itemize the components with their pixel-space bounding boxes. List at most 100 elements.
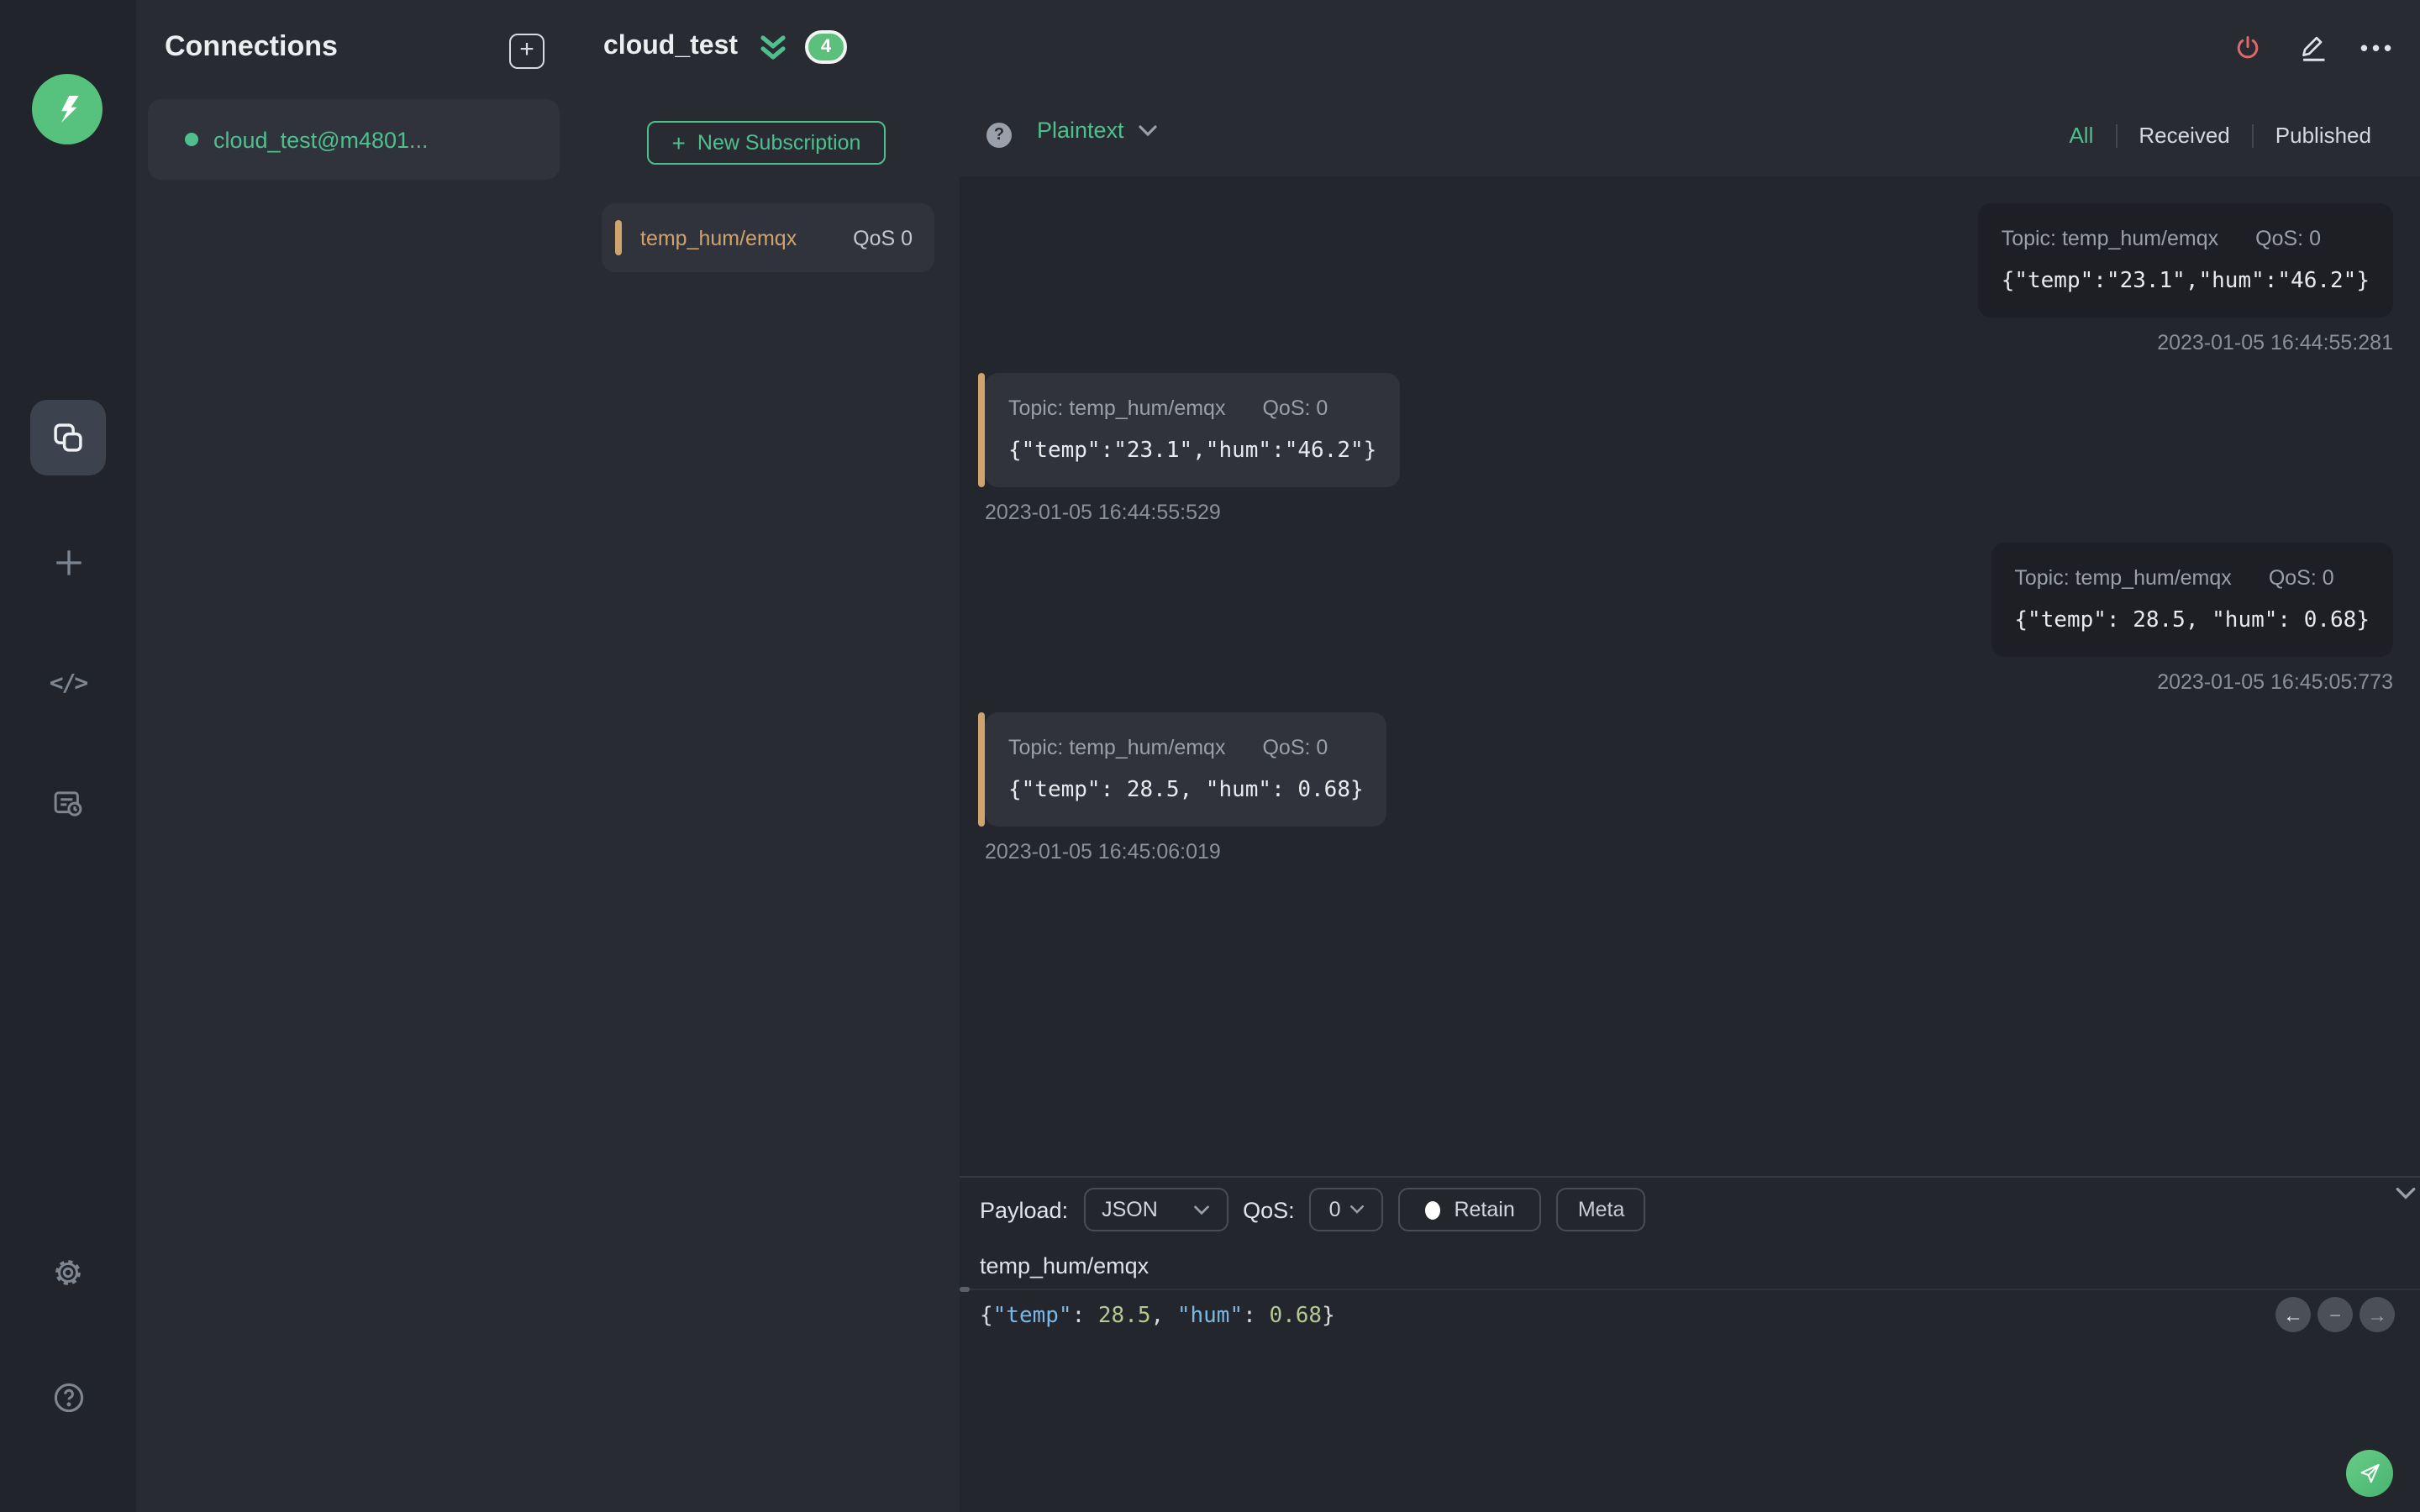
editor-divider <box>960 1289 2420 1290</box>
editor-token-punct: , <box>1150 1304 1177 1329</box>
message-meta: Topic: temp_hum/emqx QoS: 0 <box>1008 396 1376 420</box>
retain-toggle[interactable]: Retain <box>1398 1188 1542 1231</box>
chevron-down-icon <box>1138 124 1157 136</box>
collapse-editor-icon[interactable] <box>2395 1186 2417 1201</box>
editor-token-punct: : <box>1071 1304 1098 1329</box>
message-topic: Topic: temp_hum/emqx <box>1008 396 1226 420</box>
filter-published[interactable]: Published <box>2254 123 2393 148</box>
message-qos: QoS: 0 <box>1262 396 1328 420</box>
meta-button[interactable]: Meta <box>1556 1188 1646 1231</box>
chevron-down-icon <box>1349 1205 1364 1214</box>
publish-panel: Payload: JSON QoS: 0 Retain Meta temp_hu… <box>960 1176 2420 1512</box>
connection-header: cloud_test 4 ••• <box>571 0 2420 96</box>
collapse-panel-icon[interactable] <box>758 34 788 62</box>
message-filters: All Received Published <box>2047 94 2393 176</box>
prev-message-button[interactable]: ← <box>2275 1297 2311 1332</box>
mqttx-logo-icon <box>32 74 103 144</box>
messages-toolbar: ? Plaintext All Received Published <box>960 94 2420 178</box>
message-qos: QoS: 0 <box>2255 227 2321 250</box>
message-payload: {"temp": 28.5, "hum": 0.68} <box>2014 608 2370 633</box>
message-payload: {"temp":"23.1","hum":"46.2"} <box>2001 269 2370 294</box>
subscription-color-bar <box>615 220 622 255</box>
editor-token-num: 28.5 <box>1097 1304 1151 1329</box>
payload-format-select[interactable]: JSON <box>1083 1188 1228 1231</box>
sidebar-item-help[interactable] <box>30 1359 106 1435</box>
sidebar-item-script[interactable]: </> <box>30 645 106 721</box>
message-timestamp: 2023-01-05 16:44:55:529 <box>985 501 1221 524</box>
qos-select[interactable]: 0 <box>1309 1188 1384 1231</box>
add-connection-button[interactable]: + <box>509 34 544 69</box>
editor-token-num: 0.68 <box>1269 1304 1323 1329</box>
message-qos: QoS: 0 <box>1262 736 1328 759</box>
sidebar-item-settings[interactable] <box>30 1235 106 1310</box>
editor-gutter-tick <box>960 1287 970 1292</box>
filter-received[interactable]: Received <box>2117 123 2251 148</box>
message-timestamp: 2023-01-05 16:44:55:281 <box>2157 331 2393 354</box>
retain-dot-icon <box>1425 1200 1441 1219</box>
plus-icon <box>50 543 87 580</box>
connection-list-item[interactable]: cloud_test@m4801... <box>148 99 560 180</box>
disconnect-button[interactable] <box>2228 27 2265 67</box>
message-row-received: Topic: temp_hum/emqx QoS: 0 {"temp":"23.1"… <box>978 373 2393 524</box>
received-color-bar <box>978 712 985 827</box>
message-payload: {"temp": 28.5, "hum": 0.68} <box>1008 778 1364 803</box>
message-topic: Topic: temp_hum/emqx <box>2001 227 2219 250</box>
message-list: Topic: temp_hum/emqx QoS: 0 {"temp":"23.1"… <box>978 203 2393 864</box>
qos-label: QoS: <box>1243 1197 1295 1222</box>
publish-topic-input[interactable]: temp_hum/emqx <box>980 1245 2400 1285</box>
connections-panel: Connections + cloud_test@m4801... <box>136 0 573 1512</box>
subscription-topic: temp_hum/emqx <box>640 226 797 249</box>
send-icon <box>2356 1460 2383 1487</box>
connections-icon <box>50 420 86 455</box>
connection-name: cloud_test@m4801... <box>213 127 429 152</box>
payload-editor[interactable]: {"temp": 28.5, "hum": 0.68} <box>980 1304 1335 1329</box>
collapse-messages-button[interactable]: − <box>2317 1297 2353 1332</box>
received-color-bar <box>978 373 985 487</box>
publish-options-bar: Payload: JSON QoS: 0 Retain Meta <box>980 1188 1646 1231</box>
message-meta: Topic: temp_hum/emqx QoS: 0 <box>1008 736 1364 759</box>
message-meta: Topic: temp_hum/emqx QoS: 0 <box>2014 566 2370 590</box>
message-card[interactable]: Topic: temp_hum/emqx QoS: 0 {"temp":"23.1"… <box>978 373 1401 487</box>
message-meta: Topic: temp_hum/emqx QoS: 0 <box>2002 227 2370 250</box>
editor-token-key: "hum" <box>1176 1304 1244 1329</box>
message-row-received: Topic: temp_hum/emqx QoS: 0 {"temp": 28.5,… <box>978 712 2393 864</box>
editor-token-punct: : <box>1243 1304 1270 1329</box>
script-icon: </> <box>49 669 89 696</box>
message-topic: Topic: temp_hum/emqx <box>1008 736 1226 759</box>
connection-title: cloud_test <box>603 32 739 60</box>
message-area: Topic: temp_hum/emqx QoS: 0 {"temp":"23.1"… <box>960 176 2420 1176</box>
subscription-qos: QoS 0 <box>853 226 913 249</box>
editor-token-punct: } <box>1322 1304 1335 1329</box>
help-icon <box>50 1378 87 1415</box>
send-button[interactable] <box>2346 1450 2393 1497</box>
message-card[interactable]: Topic: temp_hum/emqx QoS: 0 {"temp": 28.5,… <box>978 712 1387 827</box>
gear-icon <box>50 1255 86 1290</box>
message-topic: Topic: temp_hum/emqx <box>2014 566 2232 590</box>
more-options-button[interactable]: ••• <box>2360 27 2396 67</box>
sidebar-item-connections[interactable] <box>30 400 106 475</box>
connections-title: Connections <box>165 30 338 62</box>
mqttx-app: </> Connections + cloud_test@m4801... cl… <box>0 0 2420 1512</box>
ellipsis-icon: ••• <box>2360 34 2396 60</box>
message-card[interactable]: Topic: temp_hum/emqx QoS: 0 {"temp": 28.5,… <box>1991 543 2393 657</box>
plus-icon: + <box>671 129 686 156</box>
message-format-select[interactable]: Plaintext <box>1037 118 1158 143</box>
new-subscription-button[interactable]: + New Subscription <box>647 121 886 165</box>
message-navigation: ← − → <box>2275 1297 2395 1332</box>
editor-token-punct: { <box>980 1304 993 1329</box>
sidebar-item-log[interactable] <box>30 766 106 842</box>
message-timestamp: 2023-01-05 16:45:06:019 <box>985 840 1221 864</box>
message-card[interactable]: Topic: temp_hum/emqx QoS: 0 {"temp":"23.1"… <box>1977 203 2393 318</box>
edit-connection-button[interactable] <box>2294 27 2331 67</box>
filter-all[interactable]: All <box>2047 123 2115 148</box>
next-message-button[interactable]: → <box>2360 1297 2395 1332</box>
sidebar-item-new-connection[interactable] <box>30 524 106 600</box>
subscription-item[interactable]: temp_hum/emqx QoS 0 <box>602 203 934 272</box>
message-row-published: Topic: temp_hum/emqx QoS: 0 {"temp":"23.1"… <box>985 203 2393 354</box>
editor-token-key: "temp" <box>992 1304 1072 1329</box>
message-payload: {"temp":"23.1","hum":"46.2"} <box>1008 438 1377 464</box>
unread-count-badge: 4 <box>805 30 847 64</box>
payload-format-label: Payload: <box>980 1197 1069 1222</box>
payload-format-help-icon[interactable]: ? <box>986 123 1012 148</box>
plus-icon: + <box>519 35 534 64</box>
